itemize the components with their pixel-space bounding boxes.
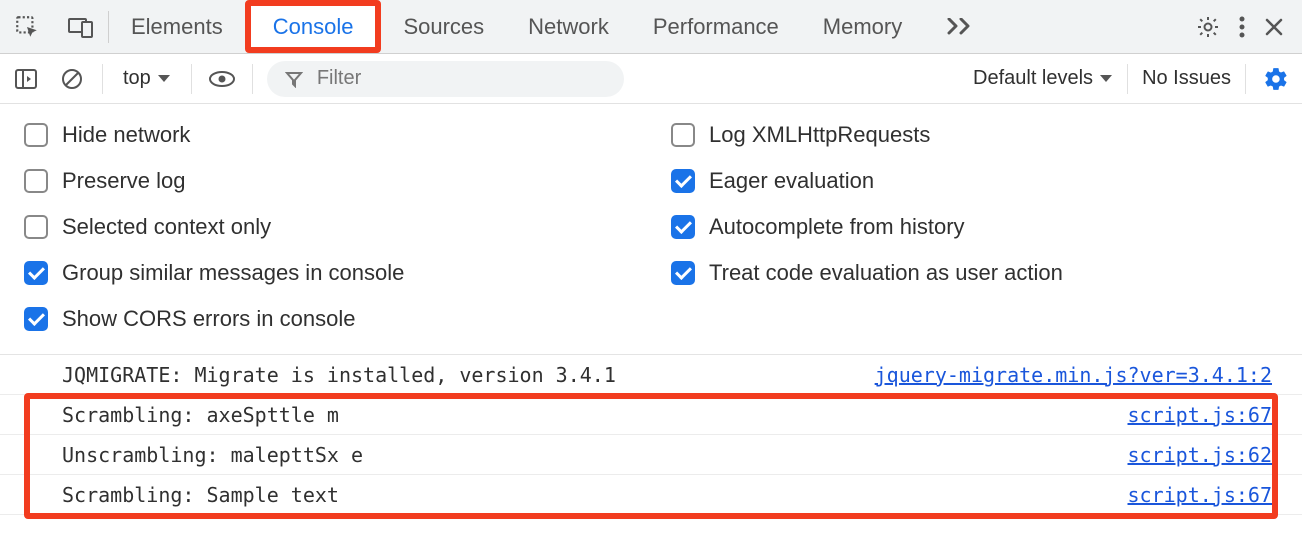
tabs: Elements Console Sources Network Perform…: [109, 0, 1196, 53]
chevron-down-icon: [157, 74, 171, 84]
checkbox-icon[interactable]: [24, 215, 48, 239]
setting-user-action[interactable]: Treat code evaluation as user action: [671, 260, 1278, 286]
checkbox-icon[interactable]: [671, 215, 695, 239]
tab-console[interactable]: Console: [245, 0, 382, 53]
log-row: Scrambling: Sample text script.js:67: [0, 475, 1302, 515]
setting-label: Hide network: [62, 122, 190, 148]
log-source-link[interactable]: script.js:67: [1128, 483, 1273, 507]
log-row: JQMIGRATE: Migrate is installed, version…: [0, 355, 1302, 395]
setting-label: Show CORS errors in console: [62, 306, 355, 332]
filter-input[interactable]: Filter: [267, 61, 624, 97]
divider: [1127, 64, 1128, 94]
tab-elements[interactable]: Elements: [109, 0, 245, 53]
live-expression-icon[interactable]: [206, 63, 238, 95]
inspect-element-icon[interactable]: [0, 0, 54, 53]
chevron-down-icon: [1099, 74, 1113, 84]
log-row: Unscrambling: malepttSx e script.js:62: [0, 435, 1302, 475]
close-icon[interactable]: [1264, 17, 1284, 37]
divider: [191, 64, 192, 94]
log-source-link[interactable]: script.js:62: [1128, 443, 1273, 467]
tab-performance[interactable]: Performance: [631, 0, 801, 53]
divider: [102, 64, 103, 94]
setting-autocomplete[interactable]: Autocomplete from history: [671, 214, 1278, 240]
filter-icon: [285, 70, 303, 88]
device-toolbar-icon[interactable]: [54, 0, 108, 53]
log-message: JQMIGRATE: Migrate is installed, version…: [62, 363, 616, 387]
issues-label[interactable]: No Issues: [1142, 67, 1231, 90]
console-log-list: JQMIGRATE: Migrate is installed, version…: [0, 355, 1302, 515]
checkbox-icon[interactable]: [671, 261, 695, 285]
log-source-link[interactable]: script.js:67: [1128, 403, 1273, 427]
divider: [1245, 64, 1246, 94]
log-levels-selector[interactable]: Default levels: [973, 67, 1113, 90]
more-tabs-icon[interactable]: [924, 0, 996, 53]
setting-label: Treat code evaluation as user action: [709, 260, 1063, 286]
console-settings-icear-icon[interactable]: [1260, 63, 1292, 95]
filter-placeholder: Filter: [317, 67, 361, 90]
checkbox-icon[interactable]: [671, 123, 695, 147]
context-label: top: [123, 67, 151, 90]
tab-memory[interactable]: Memory: [801, 0, 924, 53]
checkbox-icon[interactable]: [24, 307, 48, 331]
context-selector[interactable]: top: [117, 67, 177, 90]
toggle-sidebar-icon[interactable]: [10, 63, 42, 95]
levels-label: Default levels: [973, 67, 1093, 90]
console-settings-panel: Hide network Preserve log Selected conte…: [0, 104, 1302, 355]
console-toolbar: top Filter Default levels No Issues: [0, 54, 1302, 104]
checkbox-icon[interactable]: [671, 169, 695, 193]
setting-label: Selected context only: [62, 214, 271, 240]
checkbox-icon[interactable]: [24, 261, 48, 285]
setting-selected-context[interactable]: Selected context only: [24, 214, 631, 240]
devtools-tabbar: Elements Console Sources Network Perform…: [0, 0, 1302, 54]
settings-icon[interactable]: [1196, 15, 1220, 39]
clear-console-icon[interactable]: [56, 63, 88, 95]
setting-group-similar[interactable]: Group similar messages in console: [24, 260, 631, 286]
log-source-link[interactable]: jquery-migrate.min.js?ver=3.4.1:2: [875, 363, 1272, 387]
setting-label: Eager evaluation: [709, 168, 874, 194]
setting-label: Preserve log: [62, 168, 186, 194]
setting-label: Autocomplete from history: [709, 214, 965, 240]
setting-preserve-log[interactable]: Preserve log: [24, 168, 631, 194]
checkbox-icon[interactable]: [24, 169, 48, 193]
log-message: Scrambling: Sample text: [62, 483, 339, 507]
log-message: Unscrambling: malepttSx e: [62, 443, 363, 467]
checkbox-icon[interactable]: [24, 123, 48, 147]
setting-eager-eval[interactable]: Eager evaluation: [671, 168, 1278, 194]
setting-hide-network[interactable]: Hide network: [24, 122, 631, 148]
setting-label: Group similar messages in console: [62, 260, 404, 286]
log-row: Scrambling: axeSpttle m script.js:67: [0, 395, 1302, 435]
setting-cors-errors[interactable]: Show CORS errors in console: [24, 306, 631, 332]
setting-log-xhr[interactable]: Log XMLHttpRequests: [671, 122, 1278, 148]
tab-sources[interactable]: Sources: [381, 0, 506, 53]
setting-label: Log XMLHttpRequests: [709, 122, 930, 148]
kebab-menu-icon[interactable]: [1238, 15, 1246, 39]
divider: [252, 64, 253, 94]
tab-network[interactable]: Network: [506, 0, 631, 53]
log-message: Scrambling: axeSpttle m: [62, 403, 339, 427]
